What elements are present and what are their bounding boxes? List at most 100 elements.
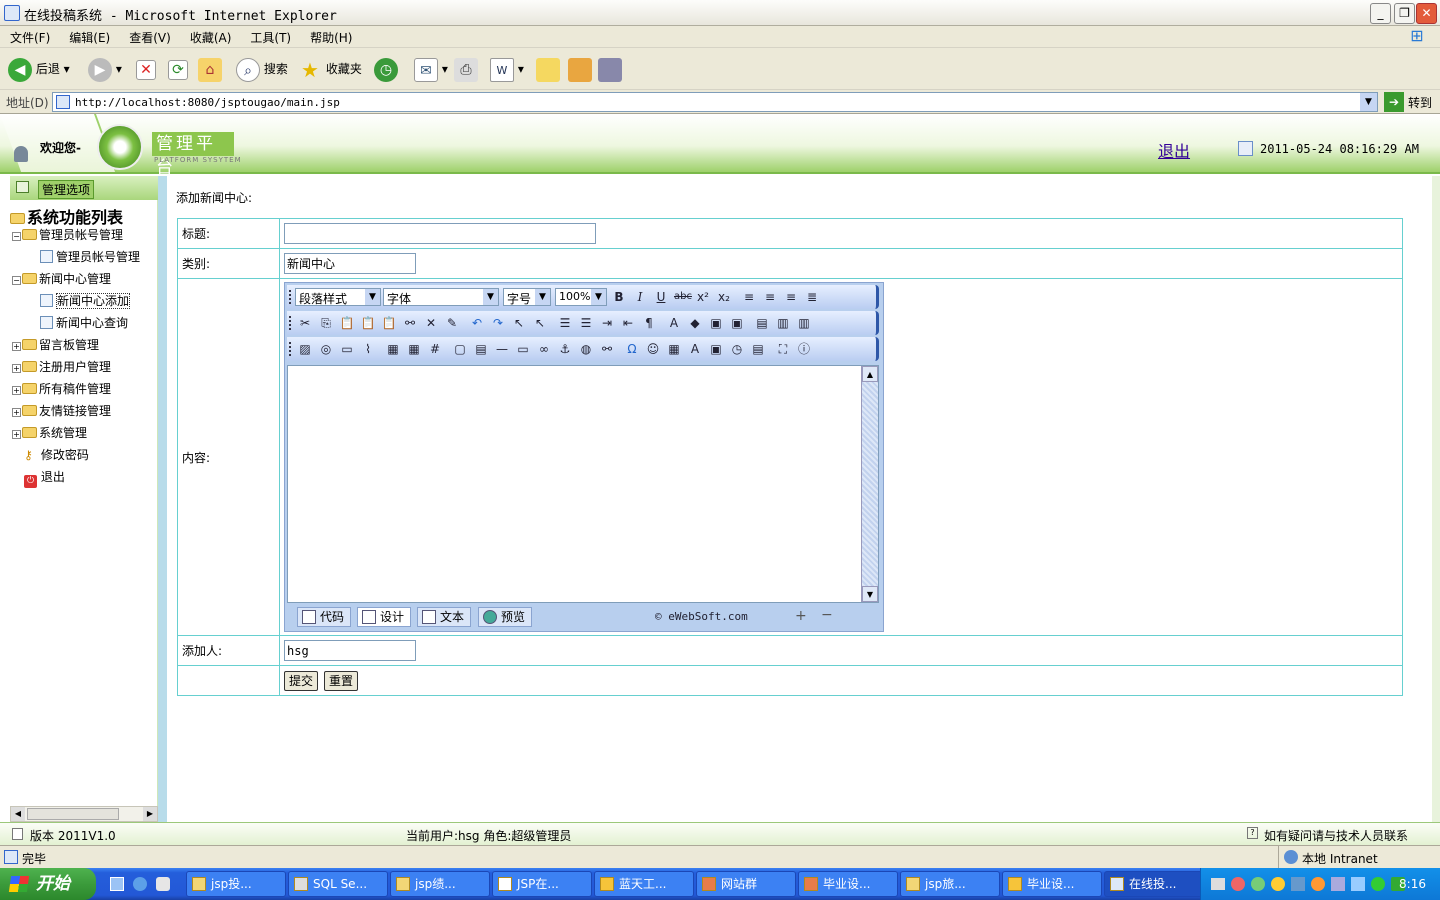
task-jsp-tougao[interactable]: jsp投...	[186, 871, 286, 897]
bold-icon[interactable]: B	[611, 289, 627, 305]
network-icon[interactable]	[1291, 877, 1305, 891]
minimize-button[interactable]: _	[1370, 3, 1391, 24]
table-insert-icon[interactable]: ▦	[385, 341, 401, 357]
tray-app-icon[interactable]	[1351, 877, 1365, 891]
tree-item-system[interactable]: + 系统管理	[12, 424, 87, 441]
logout-link[interactable]: 退出	[1158, 138, 1190, 162]
undo-icon[interactable]: ↶	[469, 315, 485, 331]
task-jsp-zai[interactable]: JSP在...	[492, 871, 592, 897]
mail-button[interactable]: ✉ ▾	[414, 56, 448, 82]
start-button[interactable]: 开始	[0, 868, 96, 900]
tree-item-news-add[interactable]: 新闻中心添加	[40, 292, 131, 309]
marquee-icon[interactable]: ▭	[515, 341, 531, 357]
refresh-button[interactable]: ⟳	[168, 56, 188, 82]
paste-icon[interactable]: 📋	[339, 315, 355, 331]
tray-arrow-icon[interactable]	[1231, 877, 1245, 891]
task-jsp-lv[interactable]: jsp旅...	[900, 871, 1000, 897]
enlarge-icon[interactable]: +	[795, 608, 807, 624]
volume-icon[interactable]	[1331, 877, 1345, 891]
qq-icon[interactable]	[1271, 877, 1285, 891]
paragraph-icon[interactable]: ¶	[641, 315, 657, 331]
tray-app-icon[interactable]	[1371, 877, 1385, 891]
copy-icon[interactable]: ⎘	[318, 315, 334, 331]
unselect-icon[interactable]: ↖	[532, 315, 548, 331]
menu-file[interactable]: 文件(F)	[0, 26, 59, 46]
unlink-icon[interactable]: ⚯	[599, 341, 615, 357]
quicklaunch-ie-icon[interactable]	[133, 877, 147, 891]
menu-view[interactable]: 查看(V)	[119, 26, 180, 46]
edit-button[interactable]: W ▾	[490, 56, 524, 82]
tray-app-icon[interactable]	[1311, 877, 1325, 891]
go-arrow-icon[interactable]: ➔	[1384, 92, 1404, 112]
tab-code[interactable]: 代码	[297, 607, 352, 627]
title-input[interactable]	[284, 223, 596, 244]
redo-icon[interactable]: ↷	[490, 315, 506, 331]
menu-edit[interactable]: 编辑(E)	[59, 26, 119, 46]
zoom-select[interactable]: 100% ▼	[555, 288, 607, 306]
align-right-icon[interactable]: ≡	[783, 289, 799, 305]
form-icon[interactable]: ▢	[452, 341, 468, 357]
favorites-button[interactable]: ★ 收藏夹	[298, 56, 362, 82]
table-props-icon[interactable]: ▦	[406, 341, 422, 357]
find-icon[interactable]: ⚯	[402, 315, 418, 331]
search-button[interactable]: ⌕ 搜索	[236, 56, 288, 82]
div-icon[interactable]: ▤	[754, 315, 770, 331]
go-button[interactable]: 转到	[1408, 94, 1432, 111]
sidebar-divider[interactable]	[158, 176, 167, 822]
indent-icon[interactable]: ⇥	[599, 315, 615, 331]
task-sql-server[interactable]: SQL Se...	[288, 871, 388, 897]
image-icon[interactable]: ▨	[297, 341, 313, 357]
delete-icon[interactable]: ✕	[423, 315, 439, 331]
underline-icon[interactable]: U	[653, 289, 669, 305]
align-left-icon[interactable]: ≡	[741, 289, 757, 305]
restore-button[interactable]: ❐	[1394, 3, 1415, 24]
attachment-icon[interactable]: ⌇	[360, 341, 376, 357]
tree-item-news-center[interactable]: − 新闻中心管理	[12, 270, 111, 287]
messenger-button[interactable]	[598, 56, 622, 82]
grid-icon[interactable]: #	[427, 341, 443, 357]
scroll-up-icon[interactable]: ▲	[862, 366, 878, 382]
tab-design[interactable]: 设计	[357, 607, 412, 627]
strikethrough-icon[interactable]: abc	[674, 289, 692, 305]
clock[interactable]: 8:16	[1399, 877, 1426, 891]
tree-item-exit[interactable]: ⏻ 退出	[24, 468, 65, 488]
scroll-down-icon[interactable]: ▼	[862, 586, 878, 602]
paste-text-icon[interactable]: 📋	[360, 315, 376, 331]
import-icon[interactable]: ▤	[750, 341, 766, 357]
fullscreen-icon[interactable]: ⛶	[775, 341, 791, 357]
back-button[interactable]: ◀ 后退 ▾	[8, 56, 70, 82]
font-select[interactable]: 字体 ▼	[383, 288, 499, 306]
tree-item-links[interactable]: + 友情链接管理	[12, 402, 111, 419]
paste-word-icon[interactable]: 📋	[381, 315, 397, 331]
excel-icon[interactable]: ▦	[666, 341, 682, 357]
about-icon[interactable]: ⓘ	[796, 341, 812, 357]
task-graduation-2[interactable]: 毕业设...	[1002, 871, 1102, 897]
paragraph-style-select[interactable]: 段落样式 ▼	[295, 288, 381, 306]
quicklaunch-desktop-icon[interactable]	[110, 877, 124, 891]
date-icon[interactable]: ▣	[708, 341, 724, 357]
send-back-icon[interactable]: ▥	[796, 315, 812, 331]
hr-icon[interactable]: —	[494, 341, 510, 357]
tree-item-admin-accounts-manage[interactable]: 管理员帐号管理	[40, 248, 140, 265]
category-input[interactable]	[284, 253, 416, 274]
submit-button[interactable]: 提交	[284, 670, 319, 691]
scroll-thumb[interactable]	[27, 808, 119, 820]
research-button[interactable]	[568, 56, 592, 82]
superscript-icon[interactable]: x²	[695, 289, 711, 305]
editor-vertical-scrollbar[interactable]: ▲ ▼	[861, 366, 878, 602]
scroll-left-icon[interactable]: ◀	[11, 807, 25, 821]
menu-favorites[interactable]: 收藏(A)	[180, 26, 241, 46]
emoticon-icon[interactable]: ☺	[645, 341, 661, 357]
tree-item-admin-accounts[interactable]: − 管理员帐号管理	[12, 226, 123, 243]
collapse-icon[interactable]: −	[12, 276, 21, 285]
bring-front-icon[interactable]: ▥	[775, 315, 791, 331]
font-color-icon[interactable]: A	[666, 315, 682, 331]
justify-icon[interactable]: ≣	[804, 289, 820, 305]
anchor-icon[interactable]: ⚓	[557, 341, 573, 357]
italic-icon[interactable]: I	[632, 289, 648, 305]
special-char-icon[interactable]: Ω	[624, 341, 640, 357]
iframe-icon[interactable]: ▤	[473, 341, 489, 357]
close-button[interactable]: ✕	[1416, 3, 1437, 24]
adder-input[interactable]	[284, 640, 416, 661]
cut-icon[interactable]: ✂	[297, 315, 313, 331]
